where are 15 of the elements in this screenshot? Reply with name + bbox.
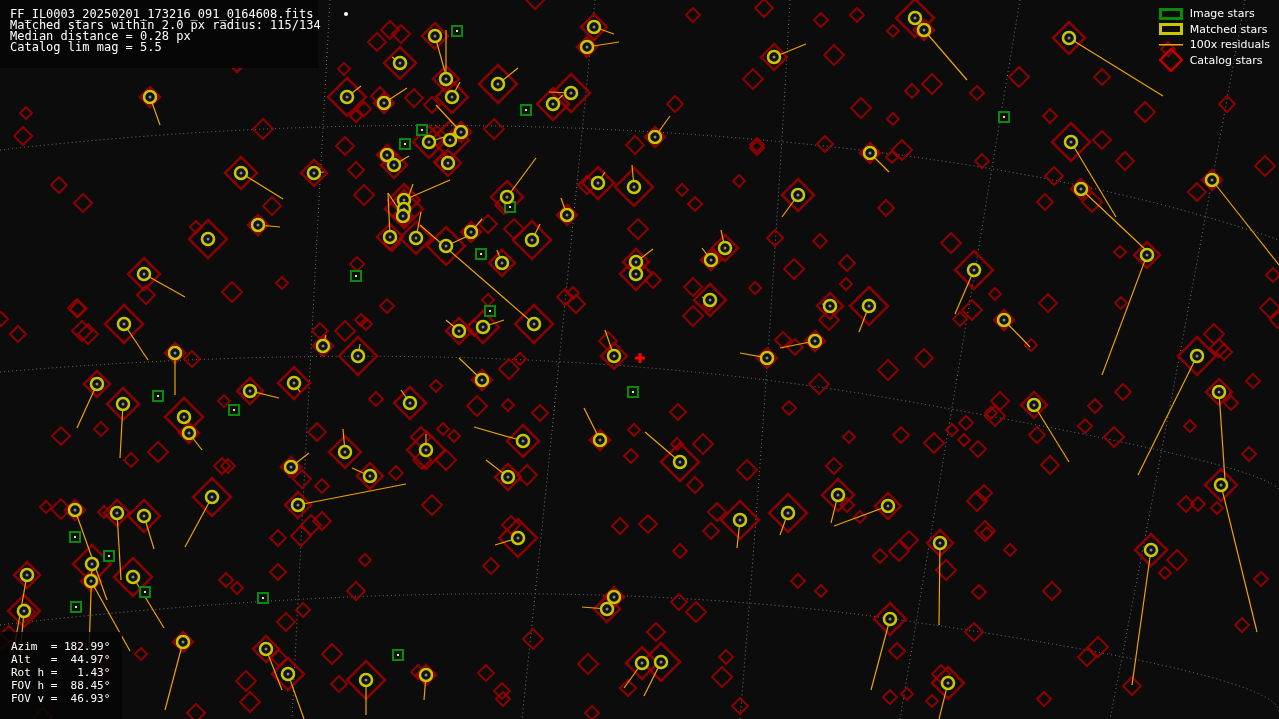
pointing-text: Azim = 182.99° — [11, 640, 111, 653]
info-text: Catalog lim mag = 5.5 — [10, 42, 162, 53]
info-text: FF_IL0003_20250201_173216_091_0164608.fits — [10, 9, 314, 20]
legend-label: 100x residuals — [1189, 38, 1270, 52]
info-text: Median distance = 0.28 px — [10, 31, 191, 42]
pointing-text: Alt = 44.97° — [11, 653, 111, 666]
info-text: Matched stars within 2.0 px radius: 115/134 — [10, 20, 321, 31]
pointing-text: FOV h = 88.45° — [11, 679, 111, 692]
pointing-text: FOV v = 46.93° — [11, 692, 111, 705]
legend-label: Image stars — [1189, 7, 1255, 21]
legend-label: Matched stars — [1189, 22, 1268, 36]
pointing-text: Rot h = 1.43° — [11, 666, 111, 679]
catalog-star-icon — [1158, 48, 1183, 73]
legend-label: Catalog stars — [1189, 53, 1263, 67]
residual-line-icon — [1158, 43, 1183, 46]
